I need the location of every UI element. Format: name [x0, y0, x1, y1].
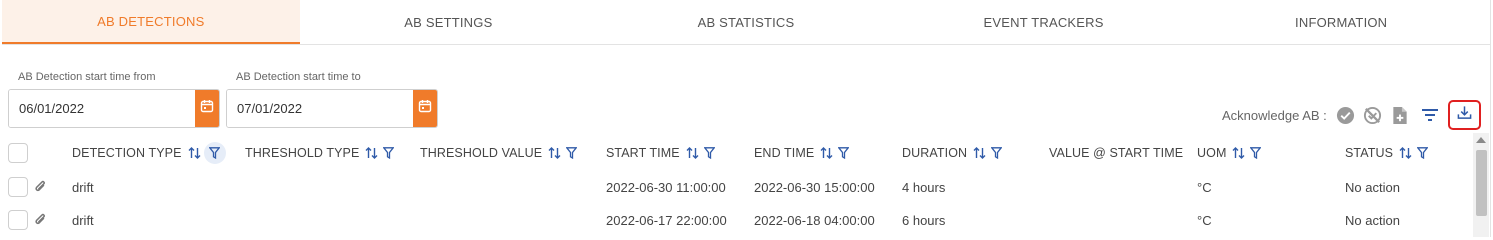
filter-icon[interactable]: [203, 142, 226, 164]
column-label: END TIME: [754, 146, 815, 160]
tab-bar: AB DETECTIONS AB SETTINGS AB STATISTICS …: [2, 0, 1490, 45]
filter-icon[interactable]: [703, 147, 715, 159]
column-duration: DURATION: [902, 138, 1003, 168]
sort-icon[interactable]: [1232, 147, 1245, 159]
column-value-at-start-time: VALUE @ START TIME: [1049, 138, 1183, 168]
row-checkbox[interactable]: [8, 177, 28, 197]
calendar-icon: [418, 99, 432, 118]
start-from-label: AB Detection start time from: [18, 71, 156, 83]
scroll-up-arrow-icon[interactable]: [1476, 137, 1486, 143]
start-to-field: [226, 89, 438, 128]
paperclip-icon[interactable]: [34, 180, 48, 194]
column-detection-type: DETECTION TYPE: [72, 138, 226, 168]
start-from-calendar-button[interactable]: [195, 90, 219, 127]
start-to-filter: AB Detection start time to: [226, 70, 438, 128]
filter-lines-icon[interactable]: [1419, 104, 1441, 126]
sort-icon[interactable]: [1399, 147, 1412, 159]
table-row[interactable]: drift 2022-06-30 11:00:00 2022-06-30 15:…: [0, 171, 1472, 204]
column-label: UOM: [1197, 146, 1227, 160]
vertical-scrollbar[interactable]: [1473, 133, 1489, 237]
cell-end-time: 2022-06-18 04:00:00: [754, 213, 875, 228]
table-row[interactable]: drift 2022-06-17 22:00:00 2022-06-18 04:…: [0, 204, 1472, 237]
cell-start-time: 2022-06-30 11:00:00: [606, 180, 726, 195]
cell-uom: °C: [1197, 213, 1212, 228]
sort-icon[interactable]: [686, 147, 699, 159]
cell-duration: 6 hours: [902, 213, 946, 228]
column-label: STATUS: [1345, 146, 1394, 160]
start-from-input[interactable]: [9, 90, 195, 127]
cell-detection-type: drift: [72, 180, 94, 195]
column-label: START TIME: [606, 146, 680, 160]
filter-icon[interactable]: [383, 147, 395, 159]
add-document-icon[interactable]: [1389, 104, 1411, 126]
cell-start-time: 2022-06-17 22:00:00: [606, 213, 727, 228]
column-label: THRESHOLD VALUE: [420, 146, 543, 160]
start-from-filter: AB Detection start time from: [8, 70, 220, 128]
tab-ab-settings[interactable]: AB SETTINGS: [300, 0, 598, 44]
cell-detection-type: drift: [72, 213, 94, 228]
table-header: DETECTION TYPE THRESHOLD TYPE THRESHOLD …: [0, 138, 1472, 168]
column-label: THRESHOLD TYPE: [245, 146, 360, 160]
tab-ab-detections[interactable]: AB DETECTIONS: [2, 0, 300, 44]
column-threshold-value: THRESHOLD VALUE: [420, 138, 578, 168]
sort-icon[interactable]: [820, 147, 833, 159]
column-end-time: END TIME: [754, 138, 850, 168]
column-start-time: START TIME: [606, 138, 715, 168]
filter-icon[interactable]: [1250, 147, 1262, 159]
row-checkbox[interactable]: [8, 210, 28, 230]
cell-duration: 4 hours: [902, 180, 946, 195]
check-circle-icon[interactable]: [1335, 104, 1357, 126]
calendar-icon: [200, 99, 214, 118]
filter-icon[interactable]: [566, 147, 578, 159]
panel-border: [1490, 0, 1491, 237]
filter-icon[interactable]: [1417, 147, 1429, 159]
column-threshold-type: THRESHOLD TYPE: [245, 138, 395, 168]
tab-information[interactable]: INFORMATION: [1192, 0, 1490, 44]
sort-icon[interactable]: [548, 147, 561, 159]
tab-ab-statistics[interactable]: AB STATISTICS: [597, 0, 895, 44]
sort-icon[interactable]: [188, 147, 201, 159]
start-from-field: [8, 89, 220, 128]
paperclip-icon[interactable]: [34, 213, 48, 227]
start-to-label: AB Detection start time to: [236, 71, 361, 83]
filter-icon[interactable]: [838, 147, 850, 159]
download-button[interactable]: [1447, 100, 1481, 130]
select-all-checkbox[interactable]: [8, 143, 28, 163]
cell-uom: °C: [1197, 180, 1212, 195]
download-icon: [1457, 105, 1472, 125]
acknowledge-label: Acknowledge AB :: [1222, 107, 1327, 123]
column-label: DURATION: [902, 146, 968, 160]
cancel-circle-icon[interactable]: [1362, 104, 1384, 126]
filter-icon[interactable]: [991, 147, 1003, 159]
acknowledge-toolbar: Acknowledge AB :: [1222, 100, 1481, 130]
column-label: VALUE @ START TIME: [1049, 146, 1184, 160]
cell-end-time: 2022-06-30 15:00:00: [754, 180, 875, 195]
tab-event-trackers[interactable]: EVENT TRACKERS: [895, 0, 1193, 44]
start-to-input[interactable]: [227, 90, 413, 127]
cell-status: No action: [1345, 213, 1400, 228]
column-status: STATUS: [1345, 138, 1429, 168]
start-to-calendar-button[interactable]: [413, 90, 437, 127]
sort-icon[interactable]: [973, 147, 986, 159]
sort-icon[interactable]: [365, 147, 378, 159]
column-label: DETECTION TYPE: [72, 146, 182, 160]
column-uom: UOM: [1197, 138, 1262, 168]
cell-status: No action: [1345, 180, 1400, 195]
scrollbar-thumb[interactable]: [1476, 150, 1487, 216]
